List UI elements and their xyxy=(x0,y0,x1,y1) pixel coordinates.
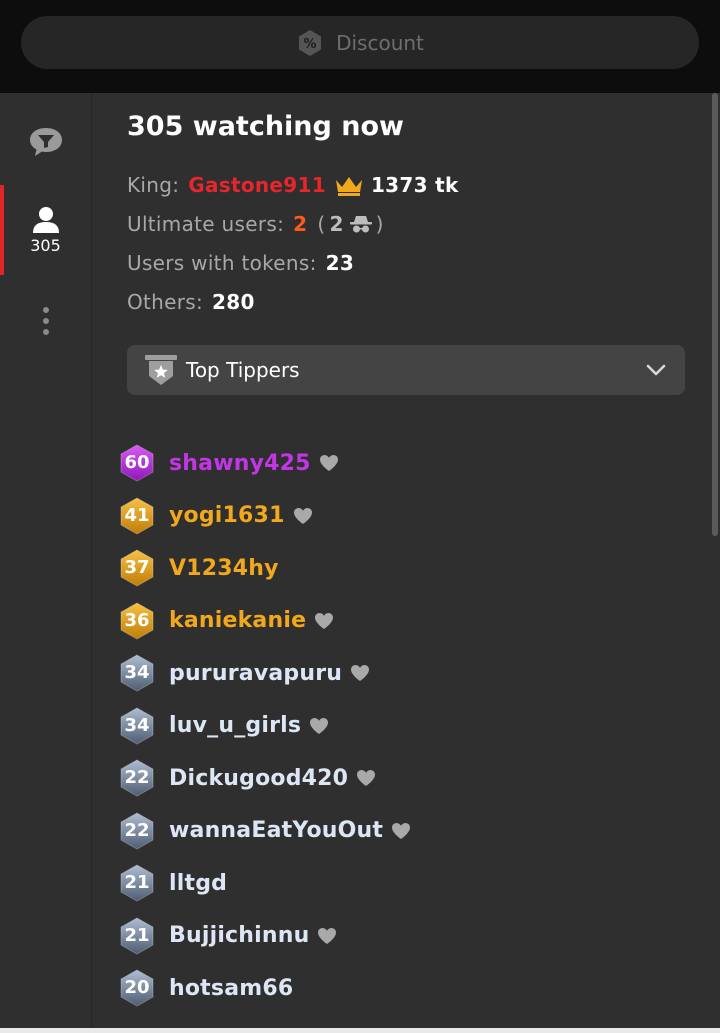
others-label: Others: xyxy=(127,290,204,314)
sidebar-more-button[interactable] xyxy=(0,301,91,341)
tokens-label: Users with tokens: xyxy=(127,251,317,275)
user-list: 60 shawny425 41 yogi1631 37 V1234hy 36 kaniekan… xyxy=(119,437,679,1015)
tokens-count: 23 xyxy=(325,251,355,275)
username: Bujjichinnu xyxy=(169,923,310,949)
username: kaniekanie xyxy=(169,608,307,634)
sidebar: 305 xyxy=(0,93,92,1033)
crown-icon xyxy=(335,177,362,196)
hidden-ultimate-count: 2 xyxy=(329,212,344,236)
heart-icon[interactable] xyxy=(391,822,411,840)
username: lltgd xyxy=(169,870,228,896)
level-number: 37 xyxy=(124,557,150,579)
username: pururavapuru xyxy=(169,660,343,686)
heart-icon[interactable] xyxy=(293,507,313,525)
user-icon xyxy=(32,206,59,233)
discount-button[interactable]: % Discount xyxy=(21,16,699,69)
user-row[interactable]: 34 luv_u_girls xyxy=(119,700,679,753)
top-bar: % Discount xyxy=(0,0,720,93)
level-badge: 60 xyxy=(119,444,155,482)
heart-icon[interactable] xyxy=(314,612,334,630)
level-badge: 41 xyxy=(119,497,155,535)
others-count: 280 xyxy=(212,290,255,314)
user-row[interactable]: 22 wannaEatYouOut xyxy=(119,805,679,858)
username: Dickugood420 xyxy=(169,765,349,791)
user-row[interactable]: 22 Dickugood420 xyxy=(119,752,679,805)
user-row[interactable]: 36 kaniekanie xyxy=(119,595,679,648)
percent-badge-icon: % xyxy=(299,29,322,56)
king-tokens: 1373 tk xyxy=(370,173,459,197)
paren-open: ( xyxy=(317,212,326,236)
svg-text:%: % xyxy=(304,37,317,52)
more-vertical-icon xyxy=(42,307,49,335)
user-row[interactable]: 37 V1234hy xyxy=(119,542,679,595)
king-row: King: Gastone911 1373 tk xyxy=(127,173,459,197)
user-row[interactable]: 60 shawny425 xyxy=(119,437,679,490)
active-tab-indicator xyxy=(0,185,4,275)
level-badge: 21 xyxy=(119,917,155,955)
ultimate-label: Ultimate users: xyxy=(127,212,285,236)
top-tippers-badge-icon xyxy=(145,355,177,385)
sort-label: Top Tippers xyxy=(186,358,300,382)
level-number: 60 xyxy=(124,452,150,474)
tokens-row: Users with tokens: 23 xyxy=(127,251,354,275)
level-number: 36 xyxy=(124,609,150,631)
bottom-edge xyxy=(0,1028,720,1033)
username: yogi1631 xyxy=(169,503,285,529)
level-number: 21 xyxy=(124,924,150,946)
heart-icon[interactable] xyxy=(356,769,376,787)
level-badge: 34 xyxy=(119,654,155,692)
king-username[interactable]: Gastone911 xyxy=(188,173,326,197)
sort-dropdown[interactable]: Top Tippers xyxy=(127,345,685,395)
scrollbar-thumb[interactable] xyxy=(712,93,718,536)
level-number: 34 xyxy=(124,662,150,684)
discount-label: Discount xyxy=(336,30,424,55)
level-number: 22 xyxy=(124,767,150,789)
user-row[interactable]: 21 lltgd xyxy=(119,857,679,910)
chat-filter-icon xyxy=(29,128,62,156)
user-row[interactable]: 41 yogi1631 xyxy=(119,490,679,543)
users-count: 305 xyxy=(30,235,61,255)
level-number: 22 xyxy=(124,819,150,841)
level-badge: 20 xyxy=(119,969,155,1007)
heart-icon[interactable] xyxy=(350,664,370,682)
level-number: 34 xyxy=(124,714,150,736)
level-badge: 36 xyxy=(119,602,155,640)
others-row: Others: 280 xyxy=(127,290,255,314)
heart-icon[interactable] xyxy=(317,927,337,945)
paren-close: ) xyxy=(375,212,384,236)
level-badge: 34 xyxy=(119,707,155,745)
level-badge: 37 xyxy=(119,549,155,587)
king-label: King: xyxy=(127,173,180,197)
level-badge: 22 xyxy=(119,812,155,850)
user-row[interactable]: 34 pururavapuru xyxy=(119,647,679,700)
ultimate-row: Ultimate users: 2 ( 2 ) xyxy=(127,212,384,236)
hidden-ultimate: ( 2 ) xyxy=(317,212,383,236)
username: wannaEatYouOut xyxy=(169,818,384,844)
sidebar-chat-tab[interactable] xyxy=(0,119,91,165)
username: V1234hy xyxy=(169,555,279,581)
user-row[interactable]: 20 hotsam66 xyxy=(119,962,679,1015)
incognito-icon xyxy=(349,216,372,233)
level-number: 21 xyxy=(124,872,150,894)
sidebar-users-tab[interactable]: 305 xyxy=(0,185,91,275)
heart-icon[interactable] xyxy=(319,454,339,472)
username: shawny425 xyxy=(169,450,311,476)
level-number: 20 xyxy=(124,977,150,999)
watching-title: 305 watching now xyxy=(127,111,404,142)
level-number: 41 xyxy=(124,504,150,526)
ultimate-count: 2 xyxy=(293,212,308,236)
users-panel: 305 watching now King: Gastone911 1373 t… xyxy=(92,93,706,1033)
user-row[interactable]: 21 Bujjichinnu xyxy=(119,910,679,963)
level-badge: 21 xyxy=(119,864,155,902)
heart-icon[interactable] xyxy=(309,717,329,735)
level-badge: 22 xyxy=(119,759,155,797)
chevron-down-icon xyxy=(646,364,666,376)
username: luv_u_girls xyxy=(169,713,302,739)
username: hotsam66 xyxy=(169,975,294,1001)
